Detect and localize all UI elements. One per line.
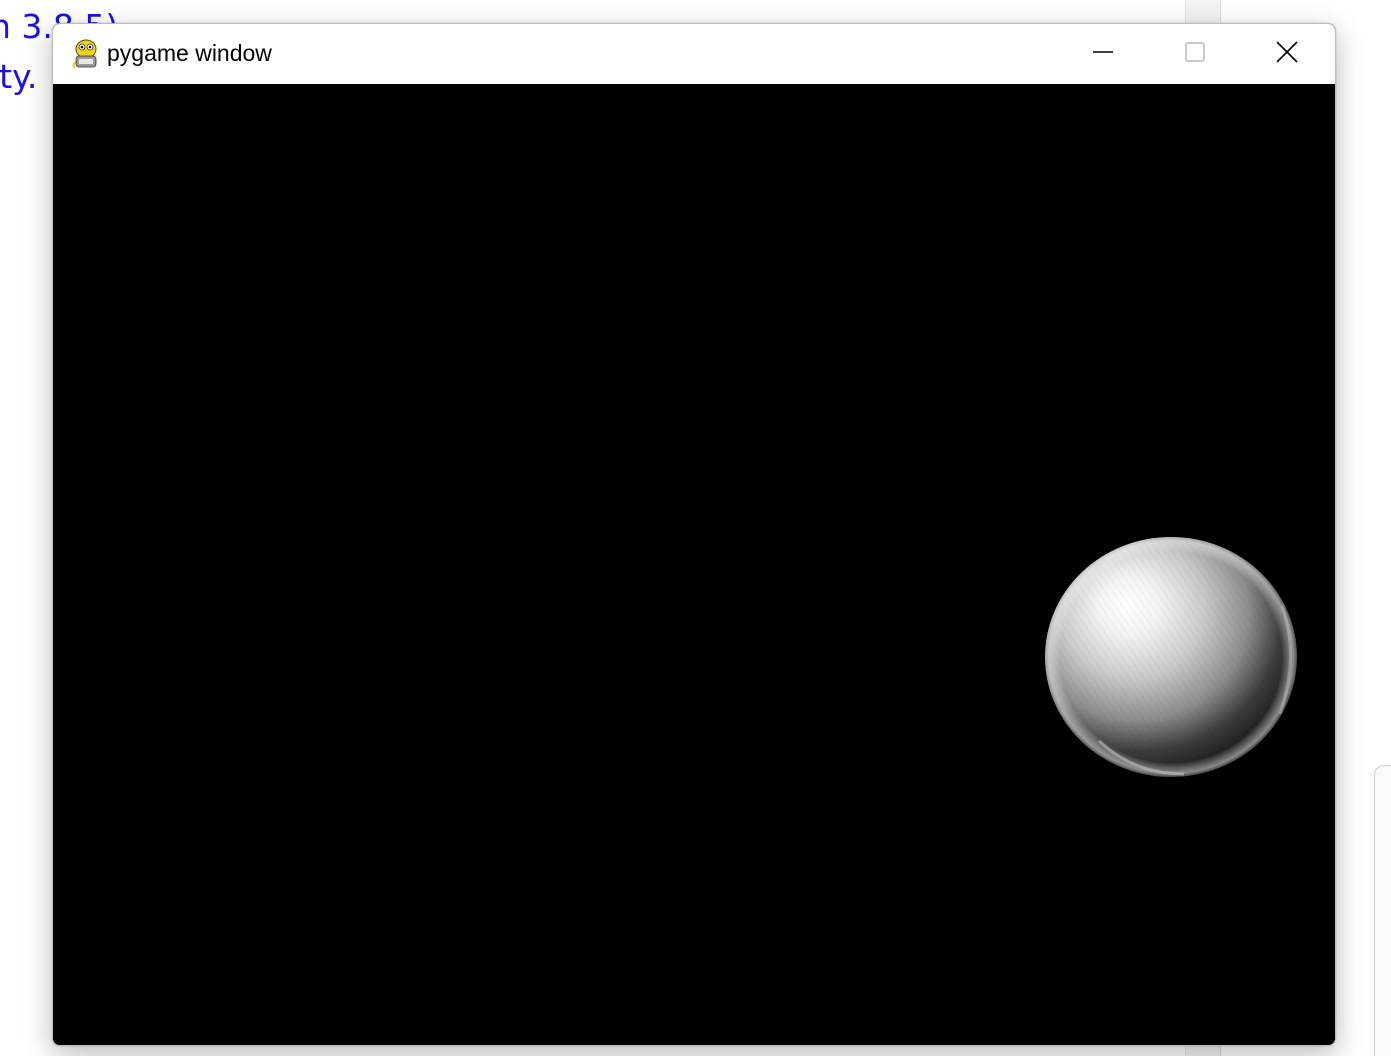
pygame-snake-icon: [71, 38, 101, 70]
minimize-icon: [1092, 41, 1114, 68]
game-canvas[interactable]: [53, 84, 1335, 1045]
close-icon: [1275, 40, 1299, 69]
minimize-button[interactable]: [1057, 24, 1149, 84]
background-text-line-2[interactable]: ity.: [0, 60, 37, 93]
desktop: n 3.8.5) ity. pygame window: [0, 0, 1391, 1056]
sphere-ball: [1045, 537, 1297, 777]
background-panel-edge: [1374, 765, 1391, 1056]
pygame-window[interactable]: pygame window: [52, 23, 1336, 1046]
title-bar[interactable]: pygame window: [53, 24, 1335, 84]
window-title: pygame window: [107, 40, 272, 66]
maximize-button[interactable]: [1149, 24, 1241, 84]
close-button[interactable]: [1241, 24, 1333, 84]
maximize-icon: [1184, 41, 1206, 68]
